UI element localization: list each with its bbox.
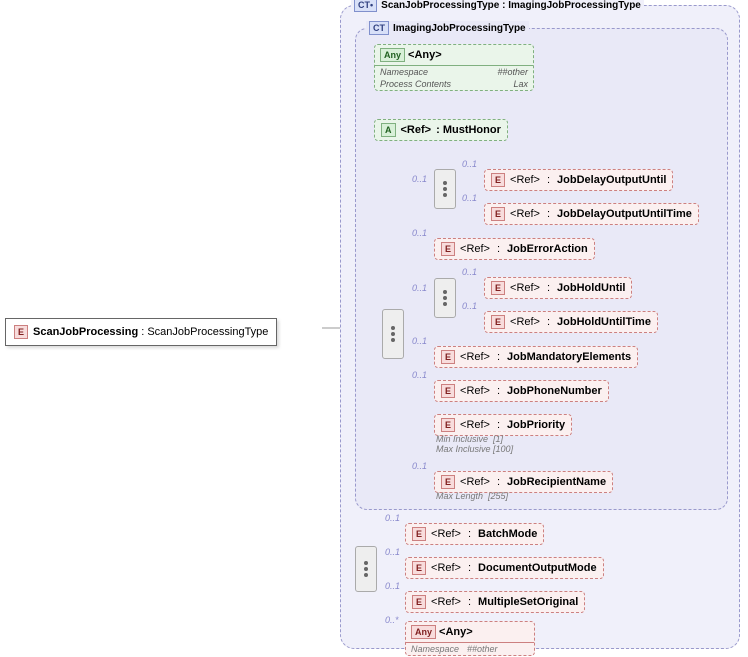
musthonor-attribute[interactable]: A <Ref> : MustHonor (374, 119, 508, 141)
occurrence: 0..1 (385, 581, 400, 591)
ref-jobdelayoutputuntil[interactable]: E <Ref>:JobDelayOutputUntil (484, 169, 673, 191)
attribute-badge: A (381, 123, 396, 137)
occurrence: 0..1 (412, 370, 427, 380)
element-badge: E (491, 315, 505, 329)
occurrence: 0..* (385, 615, 399, 625)
occurrence: 0..1 (462, 193, 477, 203)
any-wildcard-pink[interactable]: Any <Any> Namespace##other (405, 621, 535, 656)
complex-type-badge: CT (369, 21, 389, 35)
complex-type-badge: CT• (354, 0, 377, 12)
occurrence: 0..1 (412, 283, 427, 293)
ref-jobpriority[interactable]: E <Ref>:JobPriority (434, 414, 572, 436)
ref-jobdelayoutputuntiltime[interactable]: E <Ref>:JobDelayOutputUntilTime (484, 203, 699, 225)
constraint-min-inclusive: Min Inclusive [1] (436, 434, 503, 444)
sequence-compositor (434, 169, 456, 209)
occurrence: 0..1 (412, 228, 427, 238)
any-badge: Any (380, 48, 405, 62)
root-element[interactable]: E ScanJobProcessing : ScanJobProcessingT… (5, 318, 277, 346)
occurrence: 0..1 (462, 267, 477, 277)
element-badge: E (491, 173, 505, 187)
element-badge: E (412, 595, 426, 609)
element-badge: E (14, 325, 28, 339)
element-badge: E (412, 527, 426, 541)
ref-batchmode[interactable]: E <Ref>:BatchMode (405, 523, 544, 545)
constraint-max-inclusive: Max Inclusive [100] (436, 444, 513, 454)
occurrence: 0..1 (462, 159, 477, 169)
outer-complex-type: CT• ScanJobProcessingType : ImagingJobPr… (340, 5, 740, 649)
constraint-max-length: Max Length [255] (436, 491, 508, 501)
element-badge: E (491, 281, 505, 295)
any-wildcard[interactable]: Any <Any> Namespace##other Process Conte… (374, 44, 534, 91)
ref-jobrecipientname[interactable]: E <Ref>:JobRecipientName (434, 471, 613, 493)
element-badge: E (412, 561, 426, 575)
element-badge: E (441, 418, 455, 432)
sequence-compositor (434, 278, 456, 318)
element-badge: E (441, 475, 455, 489)
occurrence: 0..1 (462, 301, 477, 311)
element-badge: E (441, 350, 455, 364)
occurrence: 0..1 (412, 174, 427, 184)
ref-jobholduntiltime[interactable]: E <Ref>:JobHoldUntilTime (484, 311, 658, 333)
ref-jobholduntil[interactable]: E <Ref>:JobHoldUntil (484, 277, 632, 299)
any-badge: Any (411, 625, 436, 639)
ref-multiplesetoriginal[interactable]: E <Ref>:MultipleSetOriginal (405, 591, 585, 613)
root-element-label: ScanJobProcessing : ScanJobProcessingTyp… (33, 326, 268, 338)
occurrence: 0..1 (412, 461, 427, 471)
outer-ct-header: CT• ScanJobProcessingType : ImagingJobPr… (351, 0, 644, 12)
element-badge: E (441, 242, 455, 256)
element-badge: E (441, 384, 455, 398)
ref-jobmandatoryelements[interactable]: E <Ref>:JobMandatoryElements (434, 346, 638, 368)
inner-ct-header: CT ImagingJobProcessingType (366, 21, 529, 35)
ref-jobphonenumber[interactable]: E <Ref>:JobPhoneNumber (434, 380, 609, 402)
element-badge: E (491, 207, 505, 221)
sequence-compositor (355, 546, 377, 592)
occurrence: 0..1 (385, 547, 400, 557)
occurrence: 0..1 (412, 336, 427, 346)
ref-joberroraction[interactable]: E <Ref>:JobErrorAction (434, 238, 595, 260)
inner-complex-type: CT ImagingJobProcessingType Any <Any> Na… (355, 28, 728, 510)
sequence-compositor (382, 309, 404, 359)
ref-documentoutputmode[interactable]: E <Ref>:DocumentOutputMode (405, 557, 604, 579)
occurrence: 0..1 (385, 513, 400, 523)
